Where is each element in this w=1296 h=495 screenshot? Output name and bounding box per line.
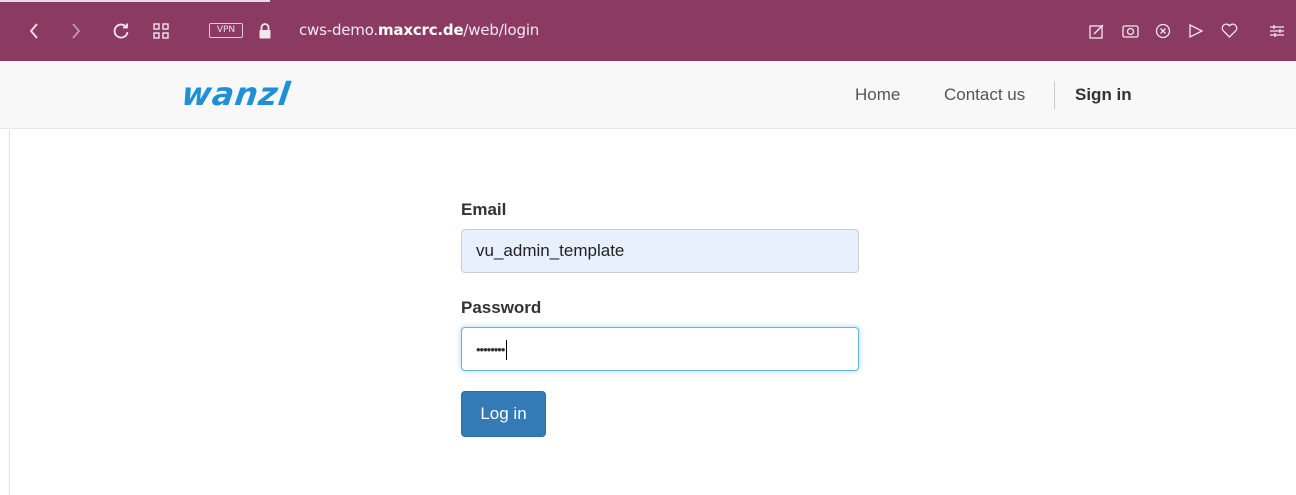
camera-icon (1121, 25, 1139, 38)
forward-icon (72, 22, 81, 39)
menu-icon (1270, 24, 1284, 37)
brand-logo[interactable]: wanzl (179, 75, 293, 113)
password-masked-value: •••••••• (476, 342, 505, 357)
address-bar[interactable]: cws-demo.maxcrc.de/web/login (299, 0, 539, 61)
settings-button[interactable] (1266, 0, 1288, 61)
favorites-button[interactable] (1218, 0, 1240, 61)
nav-contact-link[interactable]: Contact us (944, 61, 1025, 129)
snapshot-button[interactable] (1119, 0, 1141, 61)
nav-divider (1054, 81, 1055, 109)
send-button[interactable] (1185, 0, 1207, 61)
page-edge-line (9, 130, 10, 495)
heart-icon (1221, 23, 1237, 38)
url-path: /web/login (463, 21, 540, 39)
nav-home-link[interactable]: Home (855, 61, 900, 129)
email-value: vu_admin_template (476, 241, 625, 260)
password-label: Password (461, 298, 542, 317)
url-prefix: cws-demo. (299, 21, 378, 39)
nav-signin-link[interactable]: Sign in (1075, 61, 1132, 129)
forward-button[interactable] (66, 0, 86, 61)
password-input[interactable]: •••••••• (461, 327, 859, 371)
browser-toolbar: VPN cws-demo.maxcrc.de/web/login (0, 0, 1296, 61)
edit-button[interactable] (1086, 0, 1108, 61)
email-input[interactable]: vu_admin_template (461, 229, 859, 273)
email-label: Email (461, 200, 507, 219)
back-icon (29, 22, 38, 39)
vpn-badge[interactable]: VPN (209, 23, 243, 38)
login-button[interactable]: Log in (461, 391, 546, 437)
url-domain: maxcrc.de (378, 21, 464, 39)
reload-icon (113, 23, 129, 38)
send-icon (1189, 23, 1204, 38)
site-navbar: wanzl Home Contact us Sign in (0, 61, 1296, 129)
tabs-grid-icon (153, 22, 169, 39)
edit-icon (1089, 23, 1104, 39)
reload-button[interactable] (110, 0, 132, 61)
shield-icon (1155, 23, 1171, 38)
lock-icon (259, 22, 271, 38)
back-button[interactable] (24, 0, 44, 61)
tabs-grid-button[interactable] (150, 0, 172, 61)
site-info-button[interactable] (256, 0, 274, 61)
text-caret (506, 339, 508, 360)
adblock-button[interactable] (1152, 0, 1174, 61)
